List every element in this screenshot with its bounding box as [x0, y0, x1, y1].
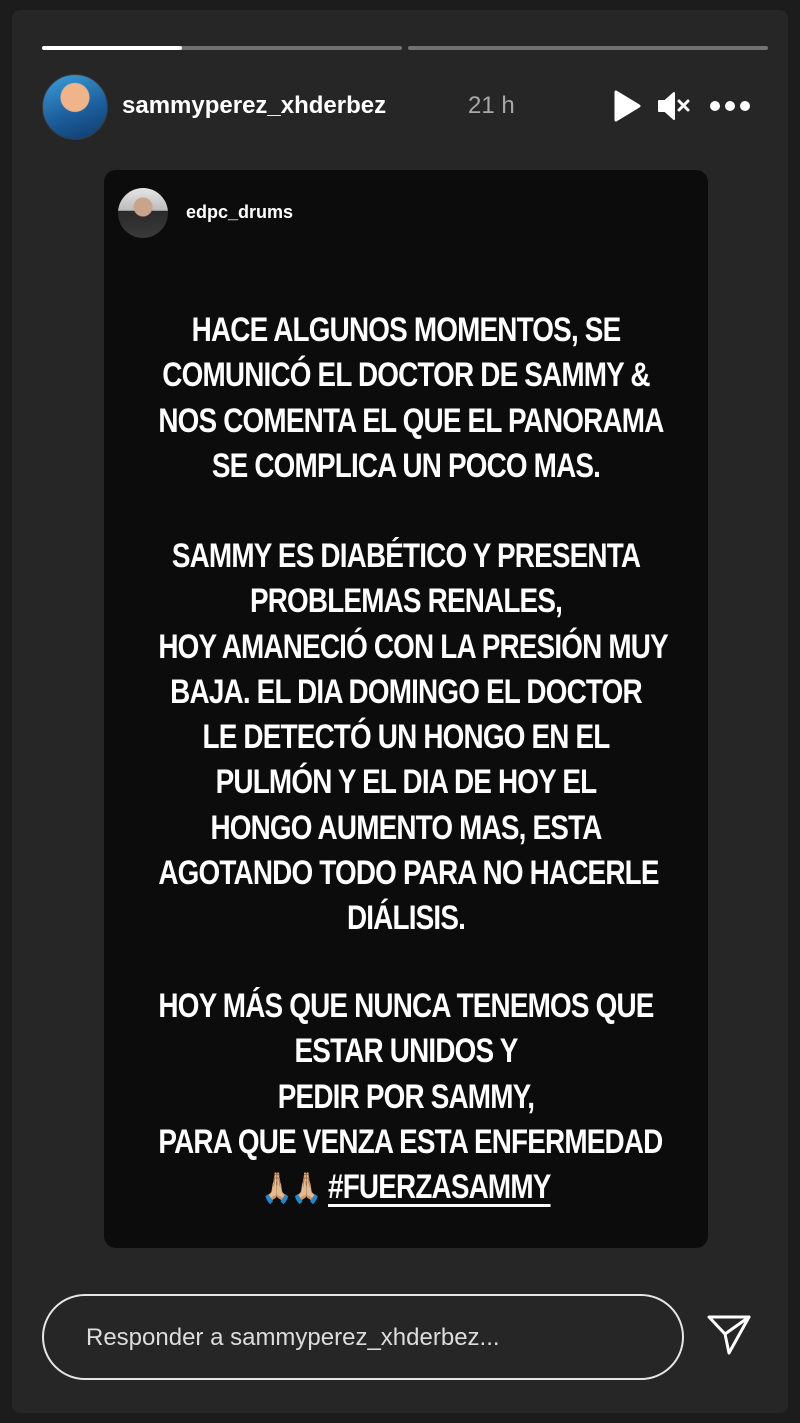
post-line: SAMMY ES DIABÉTICO Y PRESENTA — [171, 537, 641, 575]
reply-box — [42, 1294, 684, 1380]
story-username[interactable]: sammyperez_xhderbez — [122, 92, 386, 120]
post-line: HOY AMANECIÓ CON LA PRESIÓN MUY — [158, 627, 668, 666]
post-line: PULMÓN Y EL DIA DE HOY EL — [215, 763, 598, 802]
post-paragraph-1: HACE ALGUNOS MOMENTOS, SE COMUNICÓ EL DO… — [158, 308, 664, 489]
post-paragraph-3: HOY MÁS QUE NUNCA TENEMOS QUE ESTAR UNID… — [158, 984, 663, 1211]
post-hashtag-line: 🙏🏼🙏🏼 #FUERZASAMMY — [158, 1165, 653, 1211]
post-line: HONGO AUMENTO MAS, ESTA — [210, 808, 602, 847]
post-line: NOS COMENTA EL QUE EL PANORAMA — [158, 401, 664, 440]
story-header: sammyperez_xhderbez 21 h — [42, 74, 768, 140]
shared-post-card[interactable]: edpc_drums HACE ALGUNOS MOMENTOS, SE COM… — [104, 170, 708, 1248]
hashtag-link[interactable]: #FUERZASAMMY — [328, 1168, 551, 1206]
avatar[interactable] — [42, 74, 108, 140]
more-icon[interactable] — [708, 88, 752, 124]
post-line: SE COMPLICA UN POCO MAS. — [211, 446, 601, 485]
reply-input[interactable] — [84, 1316, 648, 1360]
story-progress-fill-1 — [42, 46, 183, 50]
send-icon[interactable] — [706, 1312, 752, 1358]
post-line: AGOTANDO TODO PARA NO HACERLE — [158, 854, 659, 893]
story-progress-bar-1 — [42, 46, 402, 50]
mute-icon[interactable] — [656, 88, 692, 124]
post-line: BAJA. EL DIA DOMINGO EL DOCTOR — [170, 672, 642, 711]
post-line: DIÁLISIS. — [346, 899, 466, 938]
post-line: PARA QUE VENZA ESTA ENFERMEDAD — [158, 1122, 663, 1161]
post-line: COMUNICÓ EL DOCTOR DE SAMMY & — [162, 356, 650, 395]
play-icon[interactable] — [608, 88, 644, 124]
post-line: ESTAR UNIDOS Y — [294, 1032, 519, 1071]
post-line: HACE ALGUNOS MOMENTOS, SE — [191, 311, 622, 349]
story-timestamp: 21 h — [468, 92, 515, 119]
post-line: PROBLEMAS RENALES, — [249, 582, 563, 621]
story-progress-bar-2 — [408, 46, 768, 50]
post-paragraph-2: SAMMY ES DIABÉTICO Y PRESENTA PROBLEMAS … — [158, 534, 668, 942]
post-line: LE DETECTÓ UN HONGO EN EL — [202, 718, 610, 757]
praying-hands-emoji: 🙏🏼🙏🏼 — [261, 1172, 322, 1206]
post-line: HOY MÁS QUE NUNCA TENEMOS QUE — [158, 987, 654, 1025]
shared-post-username[interactable]: edpc_drums — [186, 202, 293, 223]
shared-post-avatar[interactable] — [118, 188, 168, 238]
post-line: PEDIR POR SAMMY, — [277, 1077, 535, 1116]
